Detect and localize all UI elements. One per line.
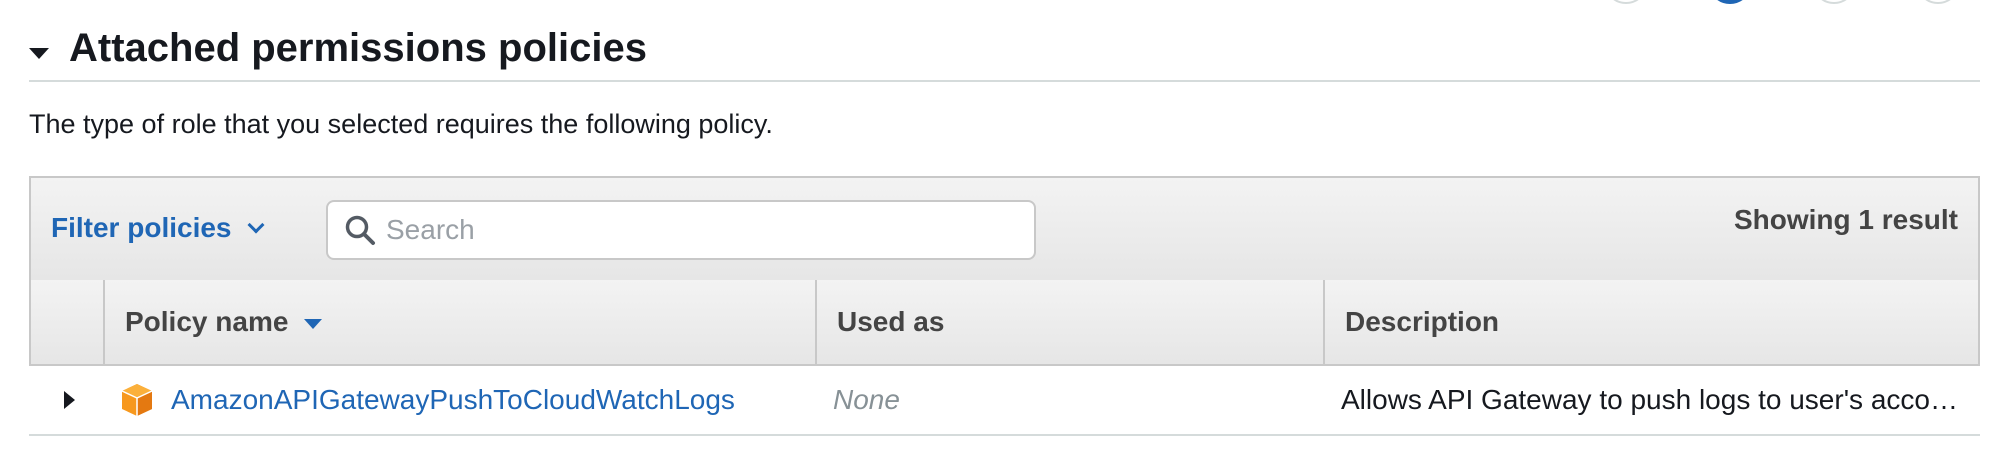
section-description: The type of role that you selected requi…	[29, 109, 773, 139]
section-title: Attached permissions policies	[69, 26, 647, 70]
row-expand-cell[interactable]	[29, 366, 101, 434]
column-header-used-as[interactable]: Used as	[815, 280, 1323, 364]
chevron-down-icon	[247, 216, 264, 234]
wizard-step-3	[1812, 0, 1856, 4]
policy-name-link[interactable]: AmazonAPIGatewayPushToCloudWatchLogs	[171, 384, 735, 416]
table-row[interactable]: AmazonAPIGatewayPushToCloudWatchLogs Non…	[29, 366, 1980, 436]
column-header-label: Description	[1345, 306, 1500, 337]
column-header-description[interactable]: Description	[1323, 280, 1978, 364]
caret-down-icon[interactable]	[29, 48, 49, 59]
description-text: Allows API Gateway to push logs to user'…	[1341, 384, 1960, 415]
column-header-label: Used as	[837, 306, 945, 337]
table-toolbar: Filter policies Showing 1 result	[29, 176, 1980, 282]
filter-policies-label: Filter policies	[51, 212, 232, 243]
wizard-step-2	[1708, 0, 1752, 4]
aws-managed-policy-icon	[121, 384, 153, 416]
filter-policies-button[interactable]: Filter policies	[51, 212, 264, 244]
search-input[interactable]	[386, 205, 1026, 255]
policy-name-cell: AmazonAPIGatewayPushToCloudWatchLogs	[101, 366, 813, 434]
description-cell: Allows API Gateway to push logs to user'…	[1321, 366, 1980, 434]
search-box[interactable]	[326, 200, 1036, 260]
wizard-step-4	[1916, 0, 1960, 4]
result-count: Showing 1 result	[1733, 204, 1958, 235]
caret-right-icon[interactable]	[63, 391, 75, 409]
column-header-label: Policy name	[125, 306, 289, 337]
wizard-step-1	[1604, 0, 1648, 4]
used-as-cell: None	[833, 384, 900, 415]
section-header[interactable]: Attached permissions policies	[29, 22, 1980, 82]
search-icon	[338, 208, 382, 252]
wizard-steps	[1604, 0, 2004, 4]
column-header-policy-name[interactable]: Policy name	[103, 280, 815, 364]
policies-table: Filter policies Showing 1 result Policy …	[29, 176, 1980, 436]
table-header-row: Policy name Used as Description	[29, 280, 1980, 366]
header-expand-column	[31, 280, 103, 364]
sort-caret-icon[interactable]	[304, 319, 323, 329]
